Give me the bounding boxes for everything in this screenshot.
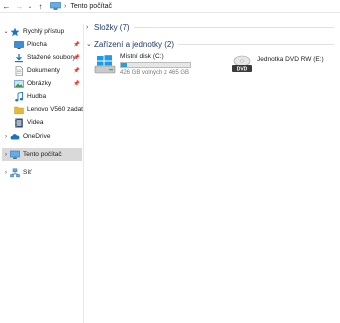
star-icon [10, 27, 20, 37]
sidebar-item-quick-access[interactable]: ⌄ Rychlý přístup [2, 25, 82, 38]
sidebar-item-this-pc[interactable]: › Tento počítač [2, 148, 82, 161]
group-divider [178, 44, 334, 45]
up-button[interactable]: ↑ [34, 0, 47, 12]
sidebar-item-label: Obrázky [27, 80, 52, 87]
chevron-right-icon[interactable]: › [2, 152, 10, 158]
pin-icon[interactable]: 📌 [73, 68, 80, 74]
videos-icon [14, 118, 24, 128]
group-divider [134, 27, 334, 28]
sidebar-item-label: Hudba [27, 93, 47, 100]
drive-free-space: 426 GB volných z 465 GB [120, 70, 190, 76]
chevron-down-icon[interactable]: ⌄ [86, 40, 94, 48]
group-header-devices-drives[interactable]: ⌄ Zařízení a jednotky (2) [86, 38, 174, 50]
pin-icon[interactable]: 📌 [73, 42, 80, 48]
drive-item-dvd-e[interactable]: DVD Jednotka DVD RW (E:) [231, 53, 324, 75]
navigation-pane: ⌄ Rychlý přístup Plocha 📌 Stažené soubor… [0, 24, 84, 323]
sidebar-item-label: OneDrive [23, 133, 51, 140]
sidebar-item-label: Lenovo V560 zadat [26, 106, 83, 113]
forward-button[interactable]: → [13, 0, 26, 12]
breadcrumb-separator: › [64, 2, 67, 10]
drive-usage-bar [120, 62, 191, 68]
arrow-right-icon: → [15, 1, 24, 11]
chevron-down-icon[interactable]: ⌄ [2, 28, 10, 35]
music-icon [14, 91, 24, 102]
sidebar-item-label: Tento počítač [23, 151, 62, 158]
drive-usage-fill [121, 63, 127, 67]
downloads-icon [14, 53, 24, 63]
drive-details: Místní disk (C:) 426 GB volných z 465 GB [120, 53, 191, 76]
drive-item-local-disk-c[interactable]: Místní disk (C:) 426 GB volných z 465 GB [94, 53, 191, 76]
network-icon [10, 168, 20, 178]
pin-icon[interactable]: 📌 [73, 81, 80, 87]
drive-name: Jednotka DVD RW (E:) [257, 56, 324, 63]
computer-icon [10, 150, 20, 160]
chevron-right-icon[interactable]: › [2, 170, 10, 176]
address-bar: ← → ⌄ ↑ › Tento počítač [0, 0, 340, 13]
desktop-icon [14, 40, 24, 50]
sidebar-item-network[interactable]: › Síť [2, 166, 82, 179]
recent-locations-button[interactable]: ⌄ [26, 0, 34, 12]
dvd-badge: DVD [237, 67, 248, 73]
sidebar-item-label: Síť [23, 169, 32, 176]
back-button[interactable]: ← [0, 0, 13, 12]
chevron-down-icon: ⌄ [27, 3, 33, 10]
chevron-right-icon[interactable]: › [2, 134, 10, 140]
sidebar-item-label: Dokumenty [27, 67, 60, 74]
drive-details: Jednotka DVD RW (E:) [257, 53, 324, 63]
sidebar-item-label: Stažené soubory [27, 54, 76, 61]
sidebar-item-label: Rychlý přístup [23, 28, 65, 35]
sidebar-item-documents[interactable]: Dokumenty 📌 [6, 64, 83, 77]
breadcrumb-this-pc[interactable]: Tento počítač [70, 3, 112, 10]
dvd-drive-icon: DVD [231, 53, 253, 75]
windows-drive-icon [94, 53, 116, 75]
cloud-icon [10, 132, 20, 142]
chevron-right-icon[interactable]: › [86, 24, 94, 31]
pin-icon[interactable]: 📌 [73, 55, 80, 61]
group-header-folders[interactable]: › Složky (7) [86, 21, 130, 33]
sidebar-item-label: Plocha [27, 41, 47, 48]
arrow-left-icon: ← [2, 1, 11, 11]
documents-icon [14, 65, 24, 76]
sidebar-item-pictures[interactable]: Obrázky 📌 [6, 77, 83, 90]
sidebar-item-desktop[interactable]: Plocha 📌 [6, 38, 83, 51]
group-title: Zařízení a jednotky (2) [94, 39, 175, 49]
sidebar-item-videos[interactable]: Videa [6, 116, 83, 129]
arrow-up-icon: ↑ [38, 1, 43, 11]
sidebar-item-downloads[interactable]: Stažené soubory 📌 [6, 51, 83, 64]
sidebar-item-lenovo-folder[interactable]: Lenovo V560 zadat [6, 103, 83, 116]
group-title: Složky (7) [94, 22, 130, 32]
sidebar-item-label: Videa [27, 119, 44, 126]
computer-icon [50, 2, 61, 10]
drive-name: Místní disk (C:) [120, 53, 164, 60]
sidebar-item-onedrive[interactable]: › OneDrive [2, 130, 82, 143]
folder-icon [14, 105, 24, 115]
pictures-icon [14, 79, 24, 89]
sidebar-item-music[interactable]: Hudba [6, 90, 83, 103]
